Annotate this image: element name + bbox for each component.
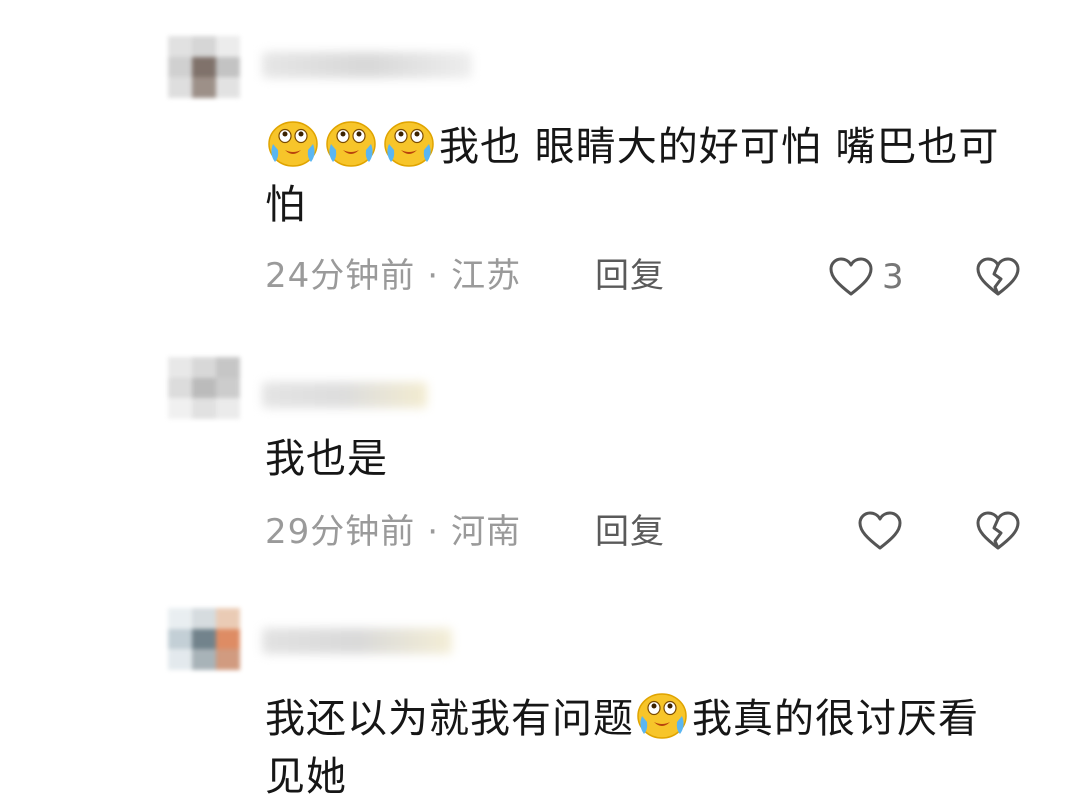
- comment-text: 我还以为就我有问题 我真的很讨厌看见她: [265, 686, 1010, 806]
- dislike-button[interactable]: [975, 510, 1021, 556]
- dislike-button[interactable]: [975, 256, 1021, 302]
- crying-laughing-emoji-icon: [381, 114, 437, 170]
- comment-time: 24分钟前: [265, 256, 416, 296]
- comment-text-content-part1: 我还以为就我有问题: [265, 696, 634, 742]
- comment-time: 29分钟前: [265, 512, 416, 552]
- heart-outline-icon: [857, 510, 903, 552]
- separator-dot: ·: [427, 512, 440, 552]
- comment-location: 江苏: [451, 256, 522, 296]
- crying-laughing-emoji-icon: [634, 686, 690, 742]
- avatar[interactable]: [168, 608, 240, 670]
- comment-location: 河南: [451, 512, 522, 552]
- username[interactable]: [262, 628, 452, 654]
- heart-outline-icon: [828, 256, 874, 298]
- comment-item: 我也 眼睛大的好可怕 嘴巴也可怕 24分钟前 · 江苏 回复 3: [0, 0, 1080, 330]
- comment-text-content: 我也是: [265, 436, 388, 482]
- comment-text: 我也是: [265, 430, 1010, 488]
- username[interactable]: [262, 52, 472, 78]
- broken-heart-icon: [975, 256, 1021, 298]
- crying-laughing-emoji-icon: [265, 114, 321, 170]
- crying-laughing-emoji-icon: [323, 114, 379, 170]
- avatar[interactable]: [168, 357, 240, 419]
- like-count: 3: [882, 257, 904, 297]
- comment-meta: 29分钟前 · 河南: [265, 512, 521, 552]
- comment-meta: 24分钟前 · 江苏: [265, 256, 521, 296]
- like-button[interactable]: [857, 510, 911, 552]
- username[interactable]: [262, 382, 427, 408]
- avatar[interactable]: [168, 36, 240, 98]
- reply-button[interactable]: 回复: [595, 512, 665, 552]
- comment-text: 我也 眼睛大的好可怕 嘴巴也可怕: [265, 114, 1010, 234]
- separator-dot: ·: [427, 256, 440, 296]
- broken-heart-icon: [975, 510, 1021, 552]
- reply-button[interactable]: 回复: [595, 256, 665, 296]
- like-button[interactable]: 3: [828, 256, 904, 298]
